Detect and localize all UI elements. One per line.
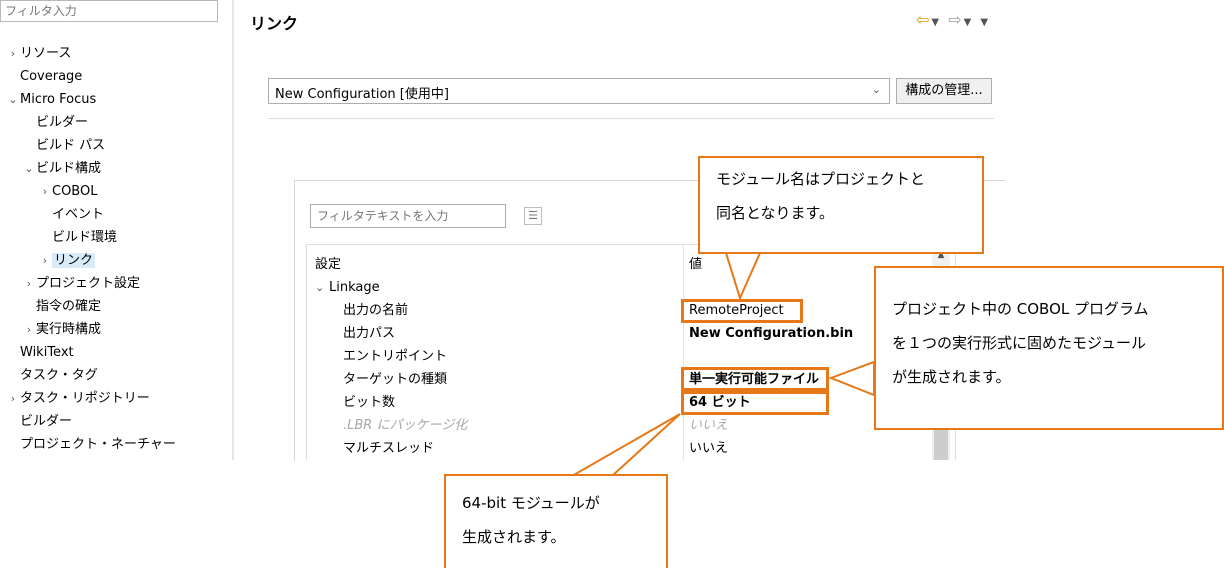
callout-text-line: モジュール名はプロジェクトと	[716, 170, 925, 188]
callout-module-name: モジュール名はプロジェクトと 同名となります。	[698, 156, 984, 254]
callout-text-line: が生成されます。	[892, 368, 1011, 386]
callout-text-line: 同名となります。	[716, 204, 835, 222]
callout-text-line: プロジェクト中の COBOL プログラム	[892, 300, 1149, 318]
callout-text-line: 64-bit モジュールが	[462, 494, 600, 512]
callout-executable: プロジェクト中の COBOL プログラム を１つの実行形式に固めたモジュール が…	[874, 266, 1224, 430]
callout-bitness: 64-bit モジュールが 生成されます。	[444, 474, 668, 568]
callout-text-line: を１つの実行形式に固めたモジュール	[892, 334, 1146, 352]
callout-text-line: 生成されます。	[462, 528, 566, 546]
